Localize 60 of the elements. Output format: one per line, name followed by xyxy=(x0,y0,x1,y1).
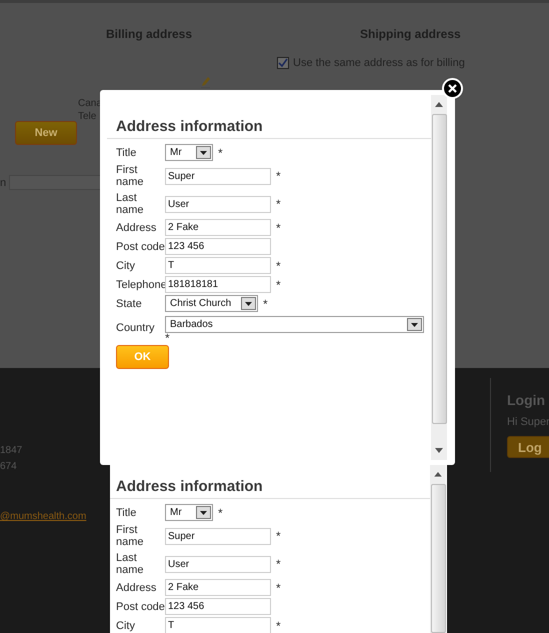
input-field[interactable]: 2 Fake xyxy=(165,219,271,236)
close-button[interactable] xyxy=(442,78,463,99)
up-arrow-icon[interactable] xyxy=(435,102,443,107)
checkbox[interactable] xyxy=(277,57,289,69)
input-field[interactable]: 123 456 xyxy=(165,238,271,255)
up-arrow-icon[interactable] xyxy=(434,472,442,477)
input-field[interactable]: T xyxy=(165,257,271,274)
caret-icon xyxy=(196,506,211,519)
caret-icon xyxy=(407,318,422,331)
required-mark: * xyxy=(276,557,281,571)
field-label: Title xyxy=(116,506,138,518)
caret-icon xyxy=(241,297,256,310)
required-mark: * xyxy=(276,258,281,272)
required-mark: * xyxy=(276,220,281,234)
input-field[interactable]: T xyxy=(165,617,271,633)
input-field[interactable]: 181818181 xyxy=(165,276,271,293)
field-label: State xyxy=(116,298,143,310)
required-mark: * xyxy=(276,618,281,632)
select-field[interactable]: Mr xyxy=(165,504,213,521)
scrollbar[interactable] xyxy=(430,465,446,633)
required-mark: * xyxy=(263,296,268,310)
input-field[interactable]: Super xyxy=(165,528,271,544)
required-mark: * xyxy=(276,529,281,543)
contact-text: 674 xyxy=(0,461,18,472)
field-label: Country xyxy=(116,322,156,334)
field-label: Title xyxy=(116,146,138,158)
field-label: First name xyxy=(116,524,145,548)
required-mark: * xyxy=(218,506,223,520)
field-label: City xyxy=(116,620,136,632)
select-field[interactable]: Barbados xyxy=(165,316,424,333)
field-label: City xyxy=(116,260,136,272)
field-label: Post code xyxy=(116,600,165,612)
input-field[interactable]: Super xyxy=(165,168,271,184)
field-label: Address xyxy=(116,222,158,234)
required-mark: * xyxy=(276,580,281,594)
field-label: First name xyxy=(116,164,145,188)
field-label: Address xyxy=(116,582,158,594)
required-mark: * xyxy=(276,278,281,292)
contact-text: 1847 xyxy=(0,445,22,456)
required-mark: * xyxy=(276,197,281,211)
field-label: Telephone xyxy=(116,278,165,290)
input-field[interactable]: 2 Fake xyxy=(165,579,271,596)
input-field[interactable]: User xyxy=(165,556,271,572)
scrollbar-thumb[interactable] xyxy=(430,484,446,633)
login-title: Login xyxy=(507,392,546,408)
required-mark: * xyxy=(276,169,281,183)
down-arrow-icon[interactable] xyxy=(435,448,443,453)
field-label: Post code xyxy=(116,240,165,252)
field-label: Last name xyxy=(116,192,145,216)
select-field[interactable]: Mr xyxy=(165,144,213,161)
field-label: Last name xyxy=(116,552,145,576)
required-mark: * xyxy=(165,334,171,342)
close-icon xyxy=(448,84,457,93)
required-mark: * xyxy=(218,146,223,160)
scrollbar[interactable] xyxy=(431,95,447,460)
select-field[interactable]: Christ Church xyxy=(165,295,258,312)
caret-icon xyxy=(196,146,211,159)
input-field[interactable]: User xyxy=(165,196,271,212)
input-field[interactable]: 123 456 xyxy=(165,598,271,615)
scrollbar-thumb[interactable] xyxy=(432,114,446,424)
